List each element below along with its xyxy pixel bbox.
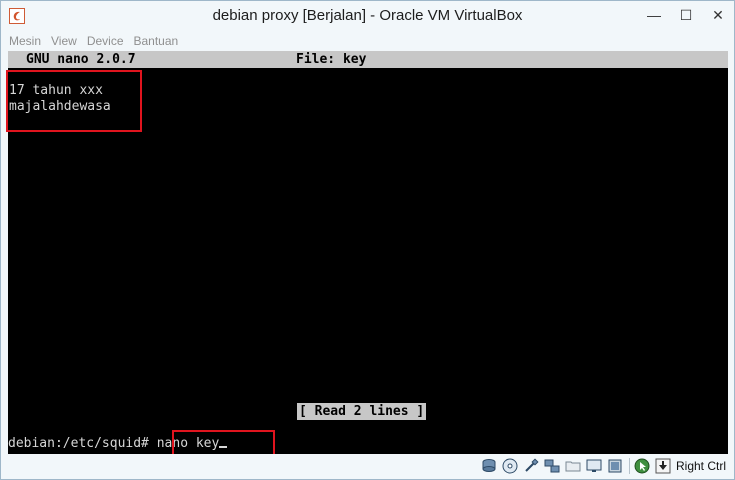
window-title: debian proxy [Berjalan] - Oracle VM Virt… — [212, 7, 523, 24]
usb-icon[interactable] — [523, 458, 540, 475]
menu-mesin[interactable]: Mesin — [9, 34, 41, 48]
window-controls: — ☐ ✕ — [638, 1, 734, 31]
title-bar[interactable]: debian proxy [Berjalan] - Oracle VM Virt… — [1, 1, 734, 31]
nano-version: GNU nano 2.0.7 — [26, 52, 136, 67]
hard-disk-icon[interactable] — [481, 458, 498, 475]
virtualbox-window: debian proxy [Berjalan] - Oracle VM Virt… — [0, 0, 735, 480]
shared-folders-icon[interactable] — [565, 458, 582, 475]
display-icon[interactable] — [586, 458, 603, 475]
minimize-button[interactable]: — — [638, 1, 670, 29]
close-button[interactable]: ✕ — [702, 1, 734, 29]
mouse-integration-icon[interactable] — [634, 458, 651, 475]
highlight-box-file-content — [6, 70, 142, 132]
nano-status-message: [ Read 2 lines ] — [297, 403, 427, 420]
nano-title-bar: GNU nano 2.0.7 File: key — [8, 51, 728, 68]
menu-device[interactable]: Device — [87, 34, 124, 48]
optical-drive-icon[interactable] — [502, 458, 519, 475]
status-separator — [628, 458, 630, 474]
network-icon[interactable] — [544, 458, 561, 475]
nano-file-name: File: key — [296, 52, 367, 67]
shell-prompt: debian:/etc/squid# — [8, 436, 149, 451]
capture-icon[interactable] — [607, 458, 624, 475]
host-key-label: Right Ctrl — [675, 459, 726, 473]
menu-bantuan[interactable]: Bantuan — [134, 34, 179, 48]
menu-view[interactable]: View — [51, 34, 77, 48]
menu-bar: Mesin View Device Bantuan — [1, 31, 734, 51]
maximize-button[interactable]: ☐ — [670, 1, 702, 29]
vm-status-bar: Right Ctrl — [1, 454, 734, 479]
status-icons: Right Ctrl — [477, 456, 726, 476]
host-key-arrow-icon — [655, 458, 672, 475]
